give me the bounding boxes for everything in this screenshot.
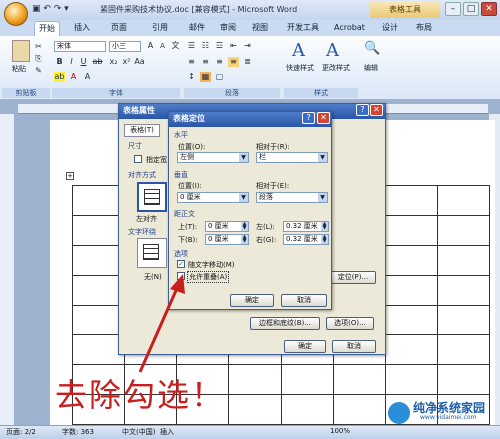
- status-language[interactable]: 中文(中国): [122, 427, 155, 437]
- status-page[interactable]: 页面: 2/2: [6, 427, 36, 437]
- arrow-shaft: [138, 285, 180, 373]
- status-zoom[interactable]: 100%: [330, 427, 350, 435]
- status-word-count[interactable]: 字数: 363: [62, 427, 94, 437]
- status-insert-mode[interactable]: 插入: [160, 427, 174, 437]
- office-button[interactable]: [4, 2, 28, 26]
- watermark-url: www.yidaimei.com: [420, 414, 477, 421]
- annotation-text: 去除勾选！: [55, 376, 226, 414]
- site-logo-icon: [388, 402, 410, 424]
- arrow-head: [170, 274, 185, 294]
